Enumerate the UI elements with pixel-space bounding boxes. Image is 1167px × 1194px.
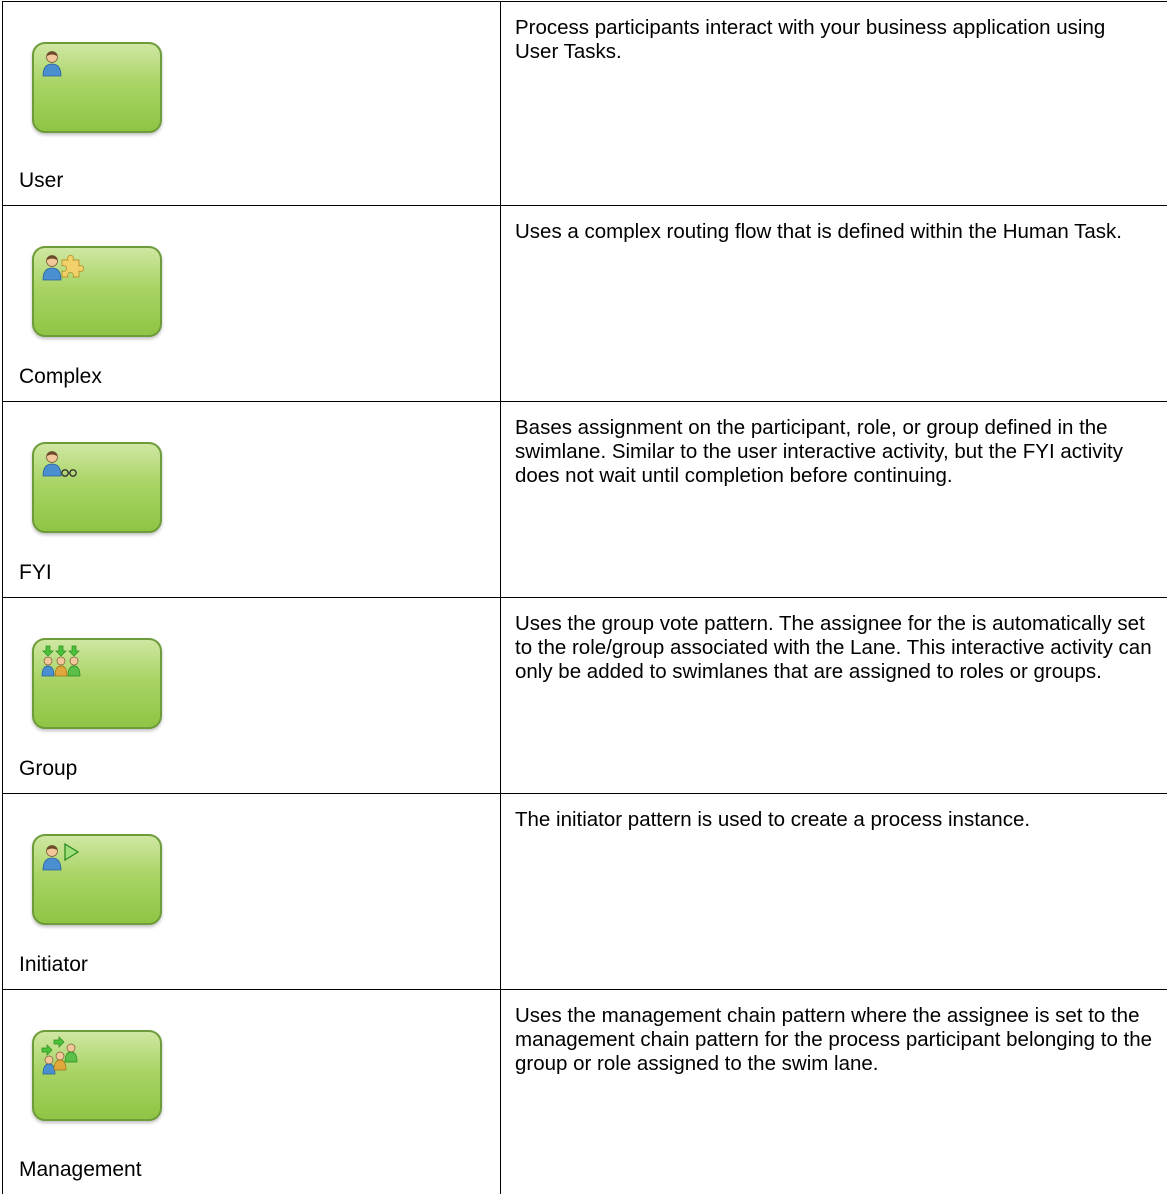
description-cell: The initiator pattern is used to create …	[501, 794, 1167, 990]
fyi-task-shape	[32, 442, 162, 533]
description-cell: Process participants interact with your …	[501, 2, 1167, 206]
group-task-shape	[32, 638, 162, 729]
description-cell: Uses the group vote pattern. The assigne…	[501, 598, 1167, 794]
task-description: Process participants interact with your …	[501, 2, 1167, 64]
initiator-icon	[40, 840, 90, 880]
table-row: FYI Bases assignment on the participant,…	[3, 402, 1167, 598]
group-icon	[40, 644, 90, 688]
fyi-icon	[40, 448, 90, 488]
table-row: Initiator The initiator pattern is used …	[3, 794, 1167, 990]
task-label: Complex	[19, 365, 102, 389]
user-icon	[40, 48, 80, 88]
description-cell: Uses a complex routing flow that is defi…	[501, 206, 1167, 402]
task-label: Management	[19, 1158, 142, 1182]
complex-task-shape	[32, 246, 162, 337]
description-cell: Uses the management chain pattern where …	[501, 990, 1167, 1194]
task-label: Group	[19, 757, 77, 781]
table-row: Management Uses the management chain pat…	[3, 990, 1167, 1194]
table-row: User Process participants interact with …	[3, 2, 1167, 206]
description-cell: Bases assignment on the participant, rol…	[501, 402, 1167, 598]
task-icon-cell: Group	[3, 598, 501, 794]
task-description: Uses a complex routing flow that is defi…	[501, 206, 1167, 244]
task-types-table: User Process participants interact with …	[2, 1, 1167, 1194]
table-row: Group Uses the group vote pattern. The a…	[3, 598, 1167, 794]
task-icon-cell: FYI	[3, 402, 501, 598]
complex-icon	[40, 252, 100, 292]
task-label: Initiator	[19, 953, 88, 977]
task-description: The initiator pattern is used to create …	[501, 794, 1167, 832]
initiator-task-shape	[32, 834, 162, 925]
task-label: User	[19, 169, 63, 193]
task-icon-cell: User	[3, 2, 501, 206]
task-description: Bases assignment on the participant, rol…	[501, 402, 1167, 488]
task-description: Uses the management chain pattern where …	[501, 990, 1167, 1076]
task-description: Uses the group vote pattern. The assigne…	[501, 598, 1167, 684]
task-icon-cell: Management	[3, 990, 501, 1194]
task-label: FYI	[19, 561, 52, 585]
table-row: Complex Uses a complex routing flow that…	[3, 206, 1167, 402]
management-task-shape	[32, 1030, 162, 1121]
management-icon	[40, 1036, 90, 1080]
task-icon-cell: Complex	[3, 206, 501, 402]
task-icon-cell: Initiator	[3, 794, 501, 990]
user-task-shape	[32, 42, 162, 133]
